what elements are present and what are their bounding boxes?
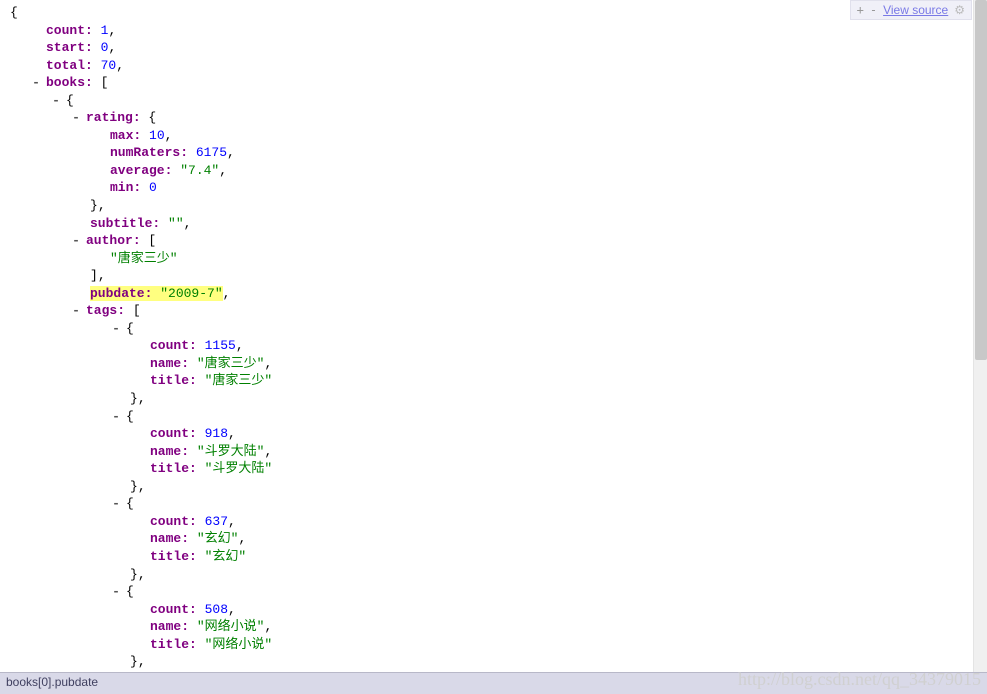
collapse-toggle[interactable]: -	[70, 109, 82, 127]
collapse-toggle[interactable]: -	[110, 583, 122, 601]
collapse-toggle[interactable]: -	[70, 232, 82, 250]
value-rating-min: 0	[149, 180, 157, 195]
key-pubdate[interactable]: pubdate	[90, 286, 145, 301]
collapse-toggle[interactable]: -	[110, 408, 122, 426]
key-books[interactable]: books	[46, 75, 85, 90]
key-rating-numraters[interactable]: numRaters	[110, 145, 180, 160]
value-pubdate: "2009-7"	[160, 286, 222, 301]
key-tag-name[interactable]: name	[150, 356, 181, 371]
json-viewer: { count: 1, start: 0, total: 70, -books:…	[0, 0, 972, 672]
value-rating-numraters: 6175	[196, 145, 227, 160]
vertical-scrollbar[interactable]	[973, 0, 987, 672]
key-rating-max[interactable]: max	[110, 128, 133, 143]
collapse-toggle[interactable]: -	[110, 320, 122, 338]
value-subtitle: ""	[168, 216, 184, 231]
value-author-0: "唐家三少"	[110, 251, 178, 266]
status-bar: books[0].pubdate	[0, 672, 987, 694]
key-subtitle[interactable]: subtitle	[90, 216, 152, 231]
key-count[interactable]: count	[46, 23, 85, 38]
value-total: 70	[101, 58, 117, 73]
key-rating[interactable]: rating	[86, 110, 133, 125]
key-total[interactable]: total	[46, 58, 85, 73]
collapse-toggle[interactable]: -	[70, 302, 82, 320]
key-tags[interactable]: tags	[86, 303, 117, 318]
key-tag-title[interactable]: title	[150, 373, 189, 388]
key-rating-average[interactable]: average	[110, 163, 165, 178]
value-rating-max: 10	[149, 128, 165, 143]
json-path: books[0].pubdate	[6, 675, 98, 689]
value-rating-average: "7.4"	[180, 163, 219, 178]
key-rating-min[interactable]: min	[110, 180, 133, 195]
collapse-toggle[interactable]: -	[110, 495, 122, 513]
scroll-thumb[interactable]	[975, 0, 987, 360]
collapse-toggle[interactable]: -	[50, 92, 62, 110]
json-tree: { count: 1, start: 0, total: 70, -books:…	[10, 4, 972, 672]
key-start[interactable]: start	[46, 40, 85, 55]
key-tag-count[interactable]: count	[150, 338, 189, 353]
key-author[interactable]: author	[86, 233, 133, 248]
collapse-toggle[interactable]: -	[30, 74, 42, 92]
